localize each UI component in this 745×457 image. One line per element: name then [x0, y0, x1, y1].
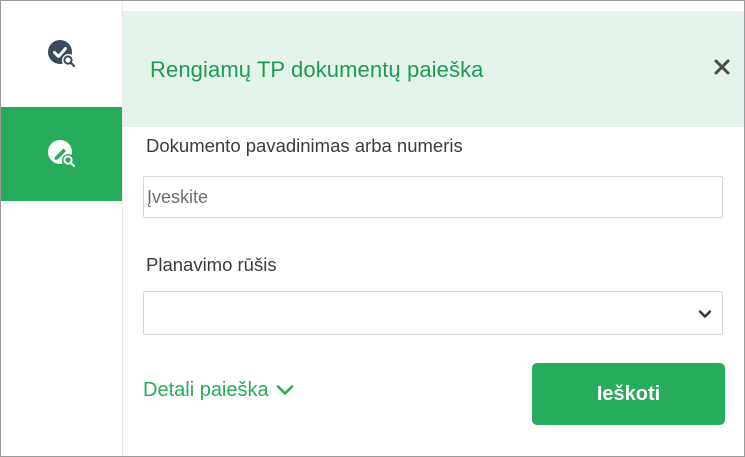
- planning-type-label: Planavimo rūšis: [146, 254, 277, 275]
- search-button[interactable]: Ieškoti: [532, 363, 725, 425]
- document-name-label: Dokumento pavadinimas arba numeris: [146, 135, 463, 156]
- document-name-input[interactable]: [143, 176, 723, 218]
- sidebar: [1, 1, 123, 456]
- chevron-down-icon: [698, 307, 712, 321]
- search-panel: Rengiamų TP dokumentų paieška Dokumento …: [123, 11, 744, 456]
- detailed-search-toggle[interactable]: Detali paieška: [143, 379, 294, 402]
- draft-documents-search-icon: [47, 139, 77, 169]
- app-frame: Rengiamų TP dokumentų paieška Dokumento …: [0, 0, 745, 457]
- chevron-down-icon: [269, 379, 294, 402]
- close-button[interactable]: [712, 57, 732, 77]
- approved-documents-search-icon: [47, 39, 77, 69]
- planning-type-select[interactable]: [143, 291, 723, 335]
- panel-header: Rengiamų TP dokumentų paieška: [123, 11, 744, 127]
- sidebar-item-approved-documents-search[interactable]: [1, 11, 122, 97]
- sidebar-item-draft-documents-search[interactable]: [1, 107, 122, 201]
- close-icon: [712, 59, 732, 81]
- panel-title: Rengiamų TP dokumentų paieška: [150, 57, 484, 82]
- detailed-search-label: Detali paieška: [143, 379, 269, 401]
